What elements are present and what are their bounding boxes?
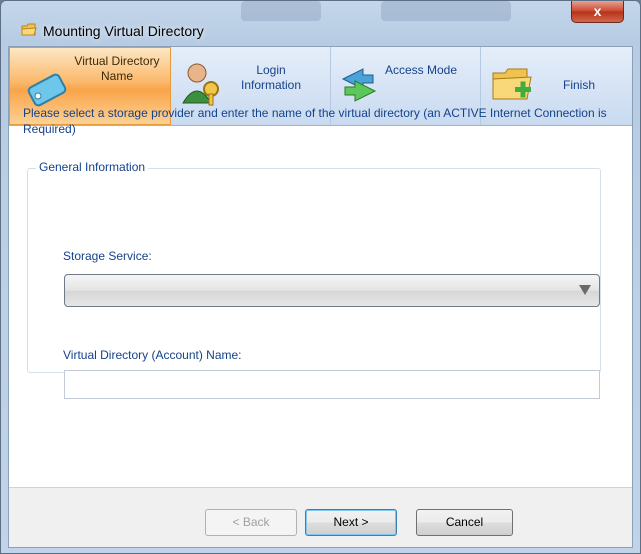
close-button[interactable]: x bbox=[571, 1, 624, 23]
folder-icon bbox=[21, 23, 37, 36]
storage-service-dropdown[interactable] bbox=[64, 274, 600, 307]
wizard-window: Mounting Virtual Directory x Virtual Dir… bbox=[0, 0, 641, 554]
button-bar: < Back Next > Cancel bbox=[9, 487, 632, 547]
user-key-icon bbox=[182, 63, 219, 106]
step-label: Virtual Directory Name bbox=[74, 54, 160, 83]
arrows-icon bbox=[341, 68, 377, 102]
step-label: Finish bbox=[562, 78, 595, 92]
step-label: Login Information bbox=[240, 63, 302, 92]
general-information-group: General Information bbox=[27, 160, 601, 373]
title-bar-glass bbox=[241, 1, 321, 21]
instructions-text: Please select a storage provider and ent… bbox=[23, 106, 607, 136]
cancel-button[interactable]: Cancel bbox=[416, 509, 513, 536]
account-name-input[interactable] bbox=[64, 370, 600, 399]
title-bar[interactable]: Mounting Virtual Directory x bbox=[1, 1, 640, 39]
storage-service-label: Storage Service: bbox=[63, 249, 152, 263]
next-button[interactable]: Next > bbox=[305, 509, 397, 536]
title-bar-glass bbox=[381, 1, 511, 21]
folder-add-icon bbox=[492, 68, 532, 100]
chevron-down-icon[interactable] bbox=[579, 285, 591, 295]
group-title: General Information bbox=[36, 160, 149, 174]
window-title: Mounting Virtual Directory bbox=[43, 23, 204, 39]
back-button[interactable]: < Back bbox=[205, 509, 297, 536]
step-label: Access Mode bbox=[384, 63, 458, 77]
account-name-label: Virtual Directory (Account) Name: bbox=[63, 348, 242, 362]
